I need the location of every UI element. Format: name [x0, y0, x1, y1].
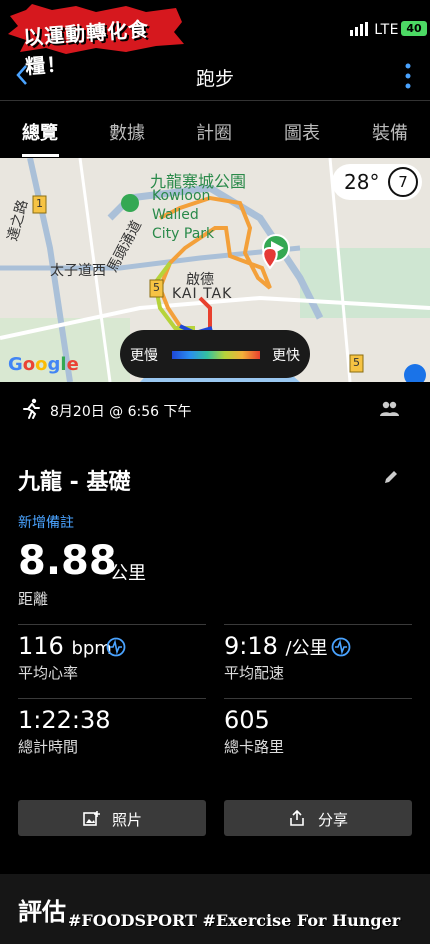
- map-label-road-1: 太子道西: [50, 263, 106, 279]
- signal-icon: [350, 22, 368, 36]
- add-note-link[interactable]: 新增備註: [18, 512, 74, 532]
- calories-value: 605: [224, 706, 270, 734]
- carrier-label: LTE: [374, 22, 399, 38]
- photos-button[interactable]: 照片: [18, 800, 206, 836]
- route-map[interactable]: 九龍寨城公園 Kowloon Walled City Park 太子道西 馬頭涌…: [0, 158, 430, 382]
- evaluation-section: 評估 #FOODSPORT #Exercise For Hunger: [0, 874, 430, 944]
- page-title: 跑步: [195, 68, 234, 90]
- tab-data[interactable]: 數據: [109, 119, 145, 145]
- heart-rate-label: 平均心率: [18, 664, 79, 682]
- legend-slow-label: 更慢: [130, 348, 158, 364]
- tab-laps[interactable]: 計圈: [196, 119, 232, 145]
- people-icon[interactable]: [378, 400, 400, 418]
- tab-bar: 總覽 數據 計圈 圖表 裝備: [0, 100, 430, 157]
- legend-fast-label: 更快: [272, 348, 300, 364]
- status-bar: 以運動轉化食糧！ LTE 40: [0, 0, 430, 79]
- wind-level-icon: 7: [388, 167, 418, 197]
- heart-rate-value: 116: [18, 632, 64, 660]
- route-shield-5b: 5: [353, 356, 360, 369]
- share-label: 分享: [317, 811, 348, 829]
- weather-badge: 28° 7: [332, 164, 422, 200]
- pace-label: 平均配速: [224, 664, 285, 682]
- evaluation-title: 評估: [18, 898, 66, 926]
- temperature-label: 28°: [344, 170, 380, 194]
- calories-label: 總卡路里: [224, 738, 285, 756]
- running-icon: [23, 398, 40, 419]
- pace-legend: 更慢 更快: [120, 330, 310, 378]
- map-label-park-en-1: Kowloon: [152, 188, 211, 204]
- stat-heart-rate: 116 bpm: [18, 632, 112, 660]
- foodsport-logo: 以運動轉化食糧！: [6, 4, 186, 79]
- route-shield-5a: 5: [153, 281, 160, 294]
- nav-bar: 跑步: [0, 56, 430, 98]
- active-tab-indicator: [22, 154, 59, 157]
- stat-pace: 9:18 /公里: [224, 632, 328, 660]
- distance-value: 8.88: [18, 538, 117, 584]
- divider: [224, 624, 412, 625]
- tab-overview[interactable]: 總覽: [22, 119, 58, 145]
- distance-unit: 公里: [110, 563, 146, 584]
- lock-icon[interactable]: [404, 364, 426, 382]
- more-options-icon[interactable]: [404, 62, 412, 90]
- watermark-hashtag: #FOODSPORT #Exercise For Hunger: [68, 911, 401, 930]
- total-time-label: 總計時間: [18, 738, 79, 756]
- battery-icon: 40: [401, 21, 427, 36]
- activity-title: 九龍 - 基礎: [18, 470, 131, 495]
- divider: [224, 698, 412, 699]
- pace-wave-icon[interactable]: [331, 637, 351, 657]
- map-label-district-en: KAI TAK: [172, 286, 233, 302]
- legend-gradient-bar: [172, 351, 260, 359]
- total-time-value: 1:22:38: [18, 706, 111, 734]
- map-label-park-en-2: Walled: [152, 207, 199, 223]
- tab-gear[interactable]: 裝備: [372, 119, 408, 145]
- distance-label: 距離: [18, 590, 49, 608]
- pace-value: 9:18: [224, 632, 278, 660]
- tab-charts[interactable]: 圖表: [284, 119, 320, 145]
- photos-label: 照片: [111, 811, 142, 829]
- activity-date: 8月20日 @ 6:56 下午: [50, 404, 192, 420]
- google-attribution: Google: [8, 354, 79, 375]
- divider: [18, 624, 206, 625]
- share-button[interactable]: 分享: [224, 800, 412, 836]
- heart-rate-wave-icon[interactable]: [106, 637, 126, 657]
- map-label-park-en-3: City Park: [152, 226, 215, 242]
- divider: [18, 698, 206, 699]
- pace-unit: /公里: [285, 638, 328, 659]
- edit-pencil-icon[interactable]: [382, 468, 400, 486]
- route-shield-1: 1: [36, 197, 43, 210]
